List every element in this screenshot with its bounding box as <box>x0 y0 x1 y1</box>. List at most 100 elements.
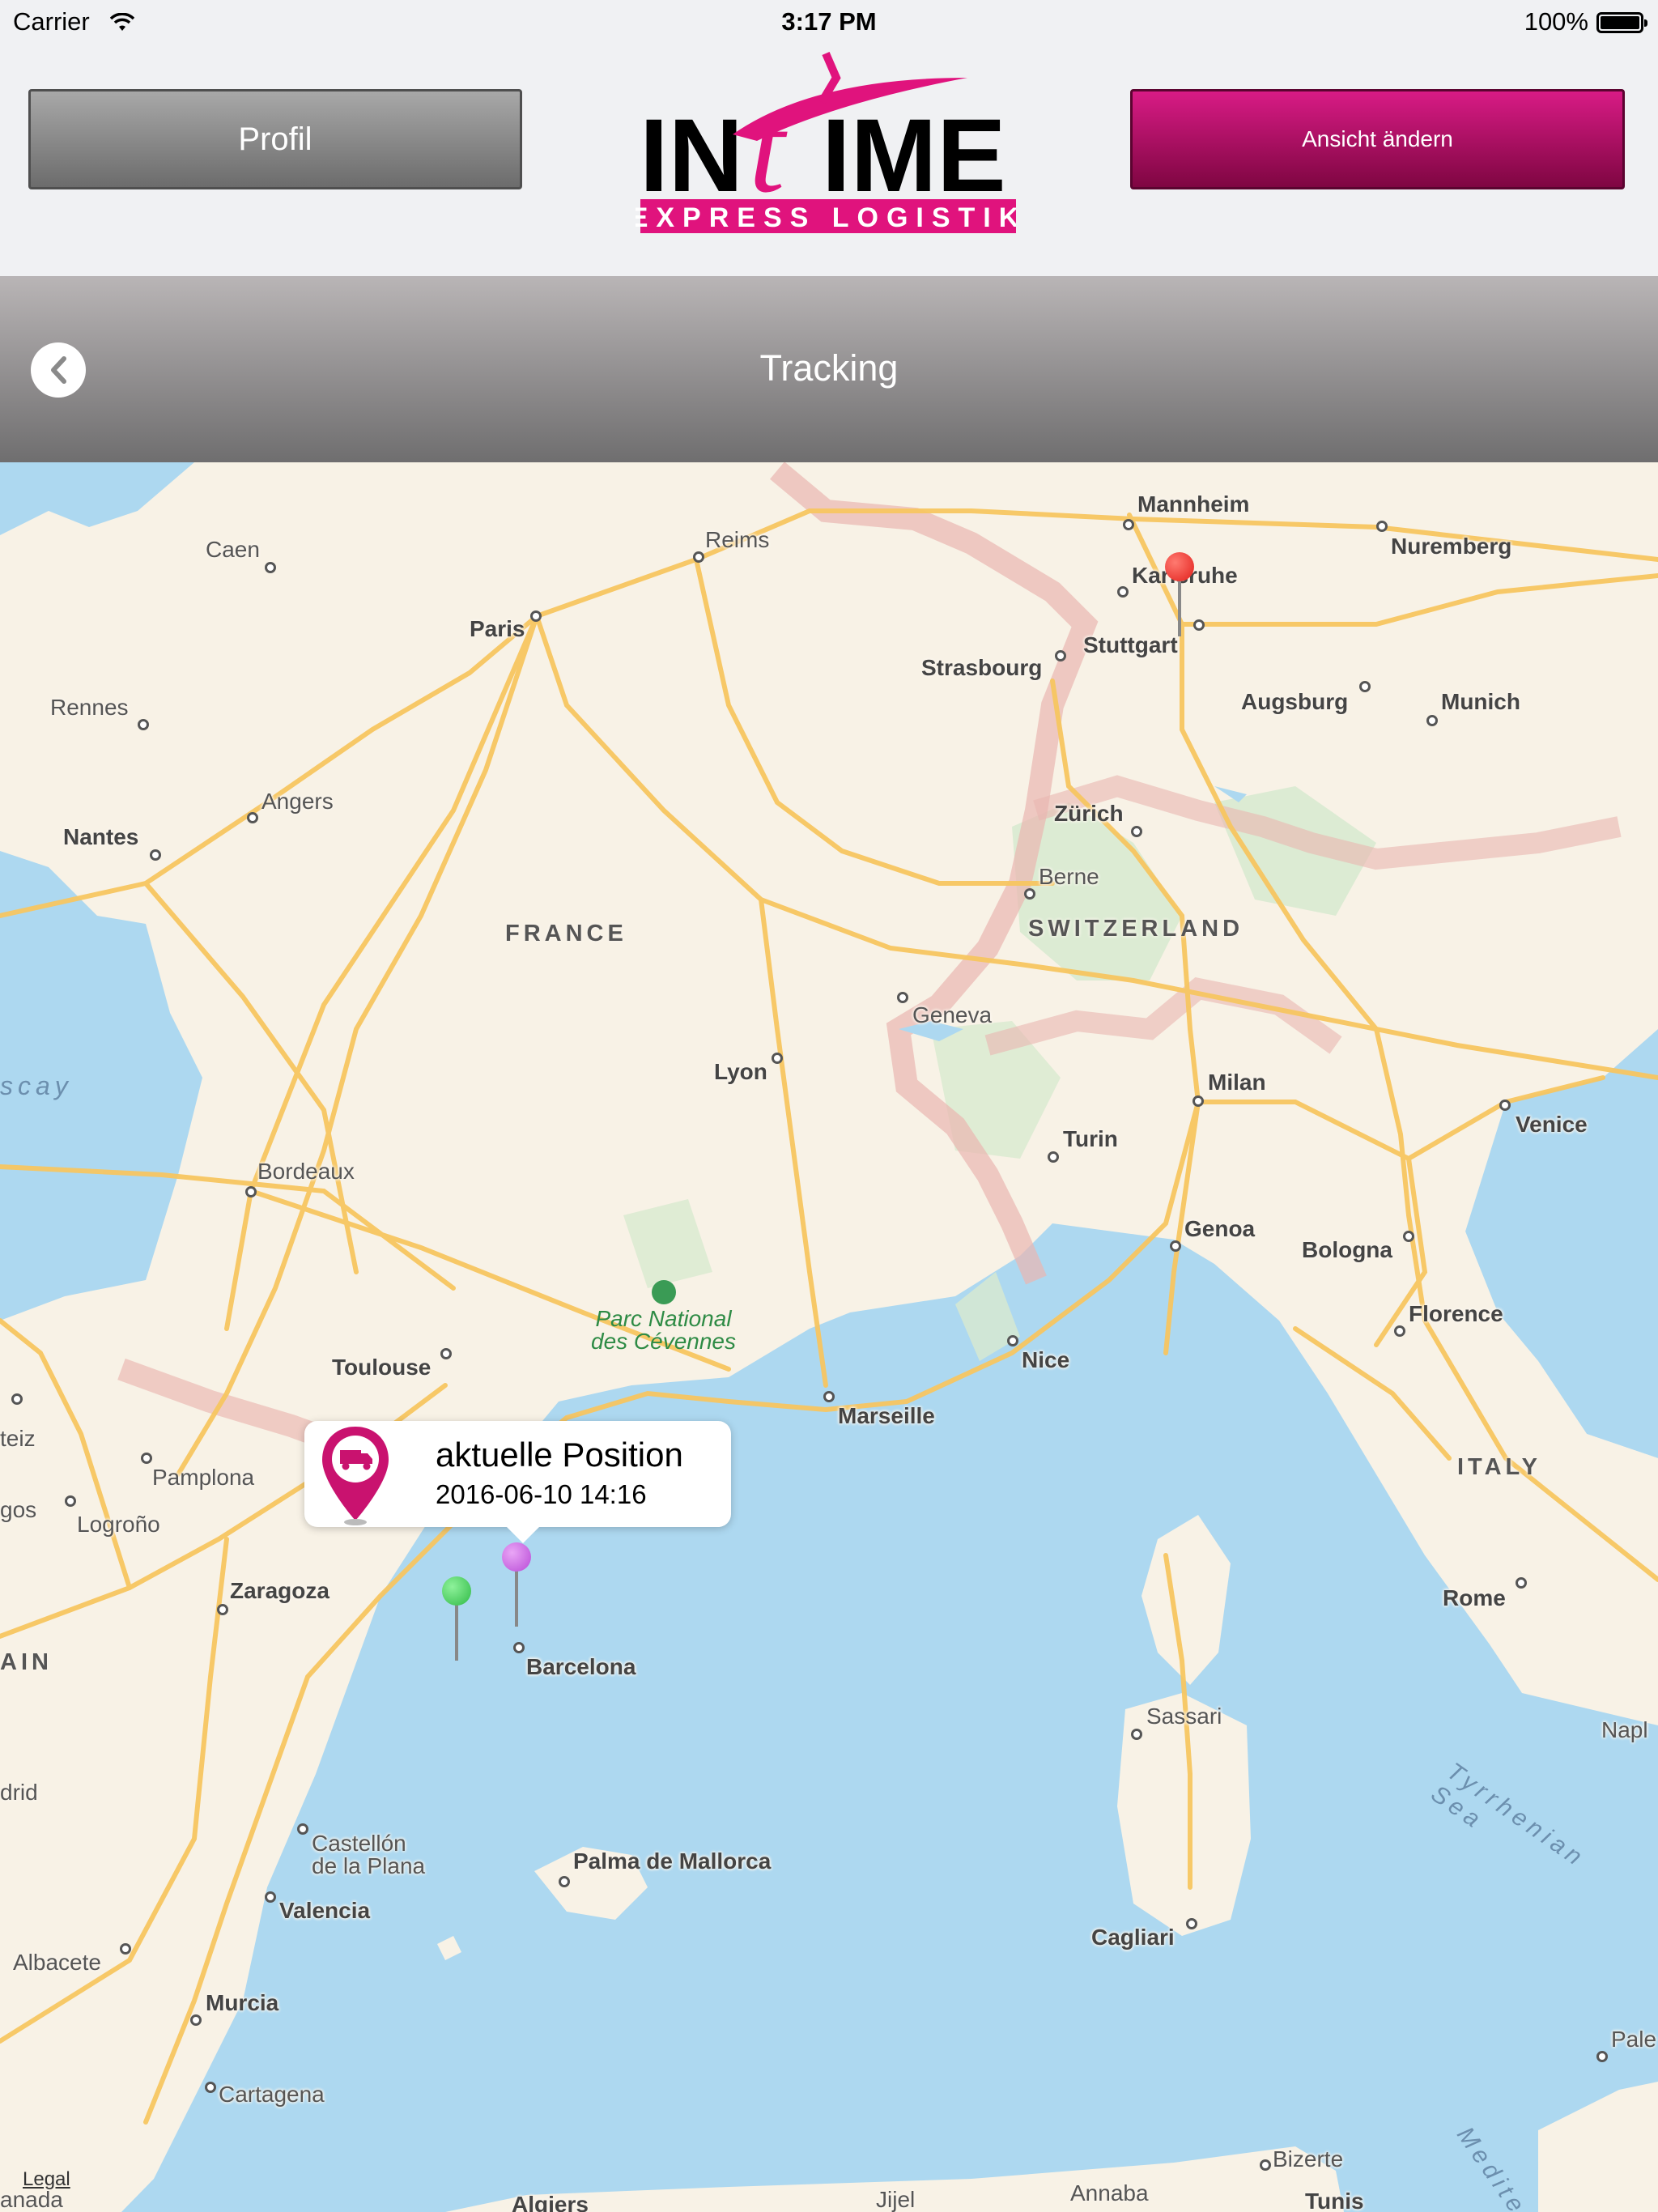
legal-link[interactable]: Legal <box>23 2168 70 2191</box>
city-marker <box>1394 1325 1405 1337</box>
city-label: teiz <box>0 1426 36 1451</box>
city-label: Venice <box>1516 1112 1588 1137</box>
city-label: Mannheim <box>1137 491 1250 517</box>
city-label: Pamplona <box>152 1465 255 1490</box>
city-marker <box>1359 681 1371 692</box>
city-marker <box>138 719 149 730</box>
truck-location-icon <box>321 1425 390 1529</box>
city-marker <box>693 551 704 563</box>
city-marker <box>1186 1918 1197 1929</box>
country-spain: AIN <box>0 1649 53 1675</box>
logo-in: IN <box>640 98 743 214</box>
navigation-bar: Tracking <box>0 276 1658 462</box>
city-marker <box>150 849 161 861</box>
city-label: Berne <box>1039 864 1099 889</box>
city-marker <box>205 2082 216 2093</box>
logo-t: t <box>749 75 788 219</box>
city-label: Napl <box>1601 1717 1648 1742</box>
park-name-line2: des Cévennes <box>591 1329 737 1354</box>
city-marker <box>247 812 258 823</box>
city-marker <box>530 610 542 622</box>
logo-tagline: EXPRESS LOGISTIK <box>636 202 1016 233</box>
city-marker <box>897 992 908 1003</box>
city-marker <box>1007 1335 1018 1346</box>
city-label: Milan <box>1208 1070 1266 1095</box>
city-label: Palma de Mallorca <box>573 1848 772 1874</box>
city-label: Jijel <box>876 2187 916 2212</box>
change-view-button[interactable]: Ansicht ändern <box>1130 89 1625 189</box>
city-label: Munich <box>1441 689 1520 714</box>
city-label: Logroño <box>77 1512 160 1537</box>
city-label: Toulouse <box>332 1355 432 1380</box>
city-label: Stuttgart <box>1083 632 1178 657</box>
city-label: Geneva <box>912 1002 993 1027</box>
city-marker <box>190 2014 202 2026</box>
city-marker <box>265 562 276 573</box>
city-label: Turin <box>1063 1126 1118 1151</box>
city-label: Sassari <box>1146 1704 1222 1729</box>
city-marker <box>1170 1240 1181 1252</box>
city-marker <box>1024 888 1035 900</box>
city-label: gos <box>0 1497 37 1522</box>
city-label: Bordeaux <box>257 1159 355 1184</box>
city-marker <box>1123 519 1134 530</box>
city-marker <box>1193 619 1205 631</box>
purple-pin-icon <box>502 1542 531 1572</box>
city-marker <box>772 1053 783 1064</box>
clock: 3:17 PM <box>781 7 877 36</box>
callout-title: aktuelle Position <box>436 1436 683 1474</box>
city-marker <box>1048 1151 1059 1163</box>
city-label: Pale <box>1611 2027 1657 2052</box>
country-france: FRANCE <box>505 921 627 946</box>
city-label: Tunis <box>1305 2189 1364 2212</box>
city-label: Albacete <box>13 1950 101 1975</box>
city-label: Rome <box>1443 1585 1506 1610</box>
city-marker <box>1596 2051 1608 2062</box>
city-marker <box>1516 1577 1527 1589</box>
city-label: Algiers <box>512 2192 589 2212</box>
page-title: Tracking <box>759 347 899 389</box>
city-marker <box>1403 1231 1414 1242</box>
city-marker <box>120 1943 131 1955</box>
city-label: drid <box>0 1780 38 1805</box>
city-label: Barcelona <box>526 1654 636 1679</box>
park-name-line1: Parc National <box>595 1306 732 1331</box>
city-marker <box>1055 650 1066 661</box>
city-marker <box>823 1391 835 1402</box>
city-label: Paris <box>470 616 525 641</box>
country-italy: ITALY <box>1457 1454 1541 1480</box>
red-pin-icon <box>1165 552 1194 581</box>
city-label: Strasbourg <box>921 655 1043 680</box>
city-marker <box>1426 715 1438 726</box>
city-marker <box>297 1823 308 1835</box>
sea-biscay: scay <box>0 1071 73 1100</box>
city-label: Florence <box>1409 1301 1503 1326</box>
city-label: Marseille <box>838 1403 935 1428</box>
city-label: Annaba <box>1070 2180 1149 2206</box>
position-callout[interactable]: aktuelle Position 2016-06-10 14:16 <box>304 1421 731 1543</box>
profile-button[interactable]: Profil <box>28 89 522 189</box>
city-marker <box>141 1453 152 1464</box>
city-marker <box>1376 521 1388 532</box>
city-label: Bologna <box>1302 1237 1392 1262</box>
intime-logo: IN t IME EXPRESS LOGISTIK <box>630 45 1018 240</box>
city-label: de la Plana <box>312 1853 426 1878</box>
battery-icon <box>1596 12 1647 33</box>
city-label: Valencia <box>279 1898 371 1923</box>
green-pin-icon <box>442 1576 471 1606</box>
battery-percent: 100% <box>1524 7 1588 36</box>
city-marker <box>440 1348 452 1359</box>
map-view[interactable]: FRANCE SWITZERLAND ITALY AIN scay Tyrrhe… <box>0 462 1658 2212</box>
city-label: Genoa <box>1184 1216 1256 1241</box>
city-marker <box>217 1604 228 1615</box>
city-marker <box>513 1642 525 1653</box>
app-header: Profil IN t IME EXPRESS LOGISTIK Ansicht… <box>0 45 1658 276</box>
city-label: Lyon <box>714 1059 767 1084</box>
city-label: Caen <box>206 537 260 562</box>
city-label: Nice <box>1022 1347 1070 1372</box>
city-label: Augsburg <box>1241 689 1349 714</box>
country-switzerland: SWITZERLAND <box>1028 916 1244 942</box>
city-label: Cagliari <box>1091 1925 1175 1950</box>
city-label: Angers <box>261 789 334 814</box>
city-marker <box>1260 2159 1271 2171</box>
